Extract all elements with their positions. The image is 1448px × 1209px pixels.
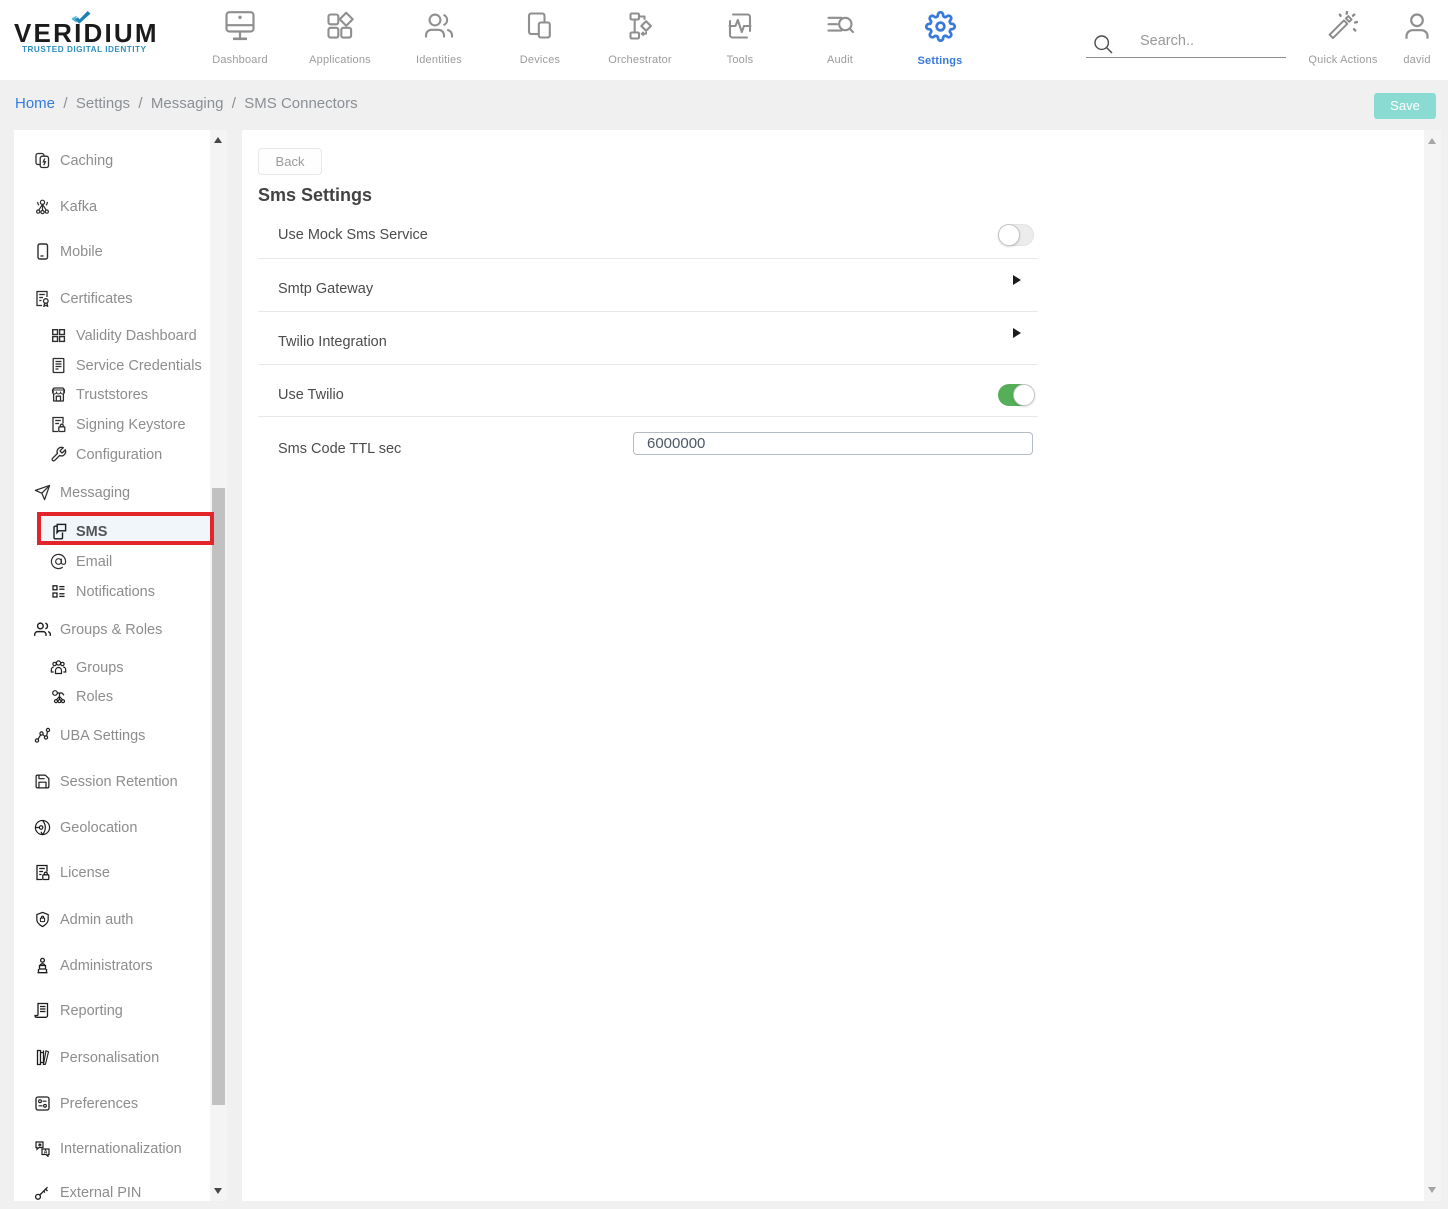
svg-text:✱: ✱ (38, 1142, 43, 1147)
svg-text:A: A (44, 1150, 48, 1156)
